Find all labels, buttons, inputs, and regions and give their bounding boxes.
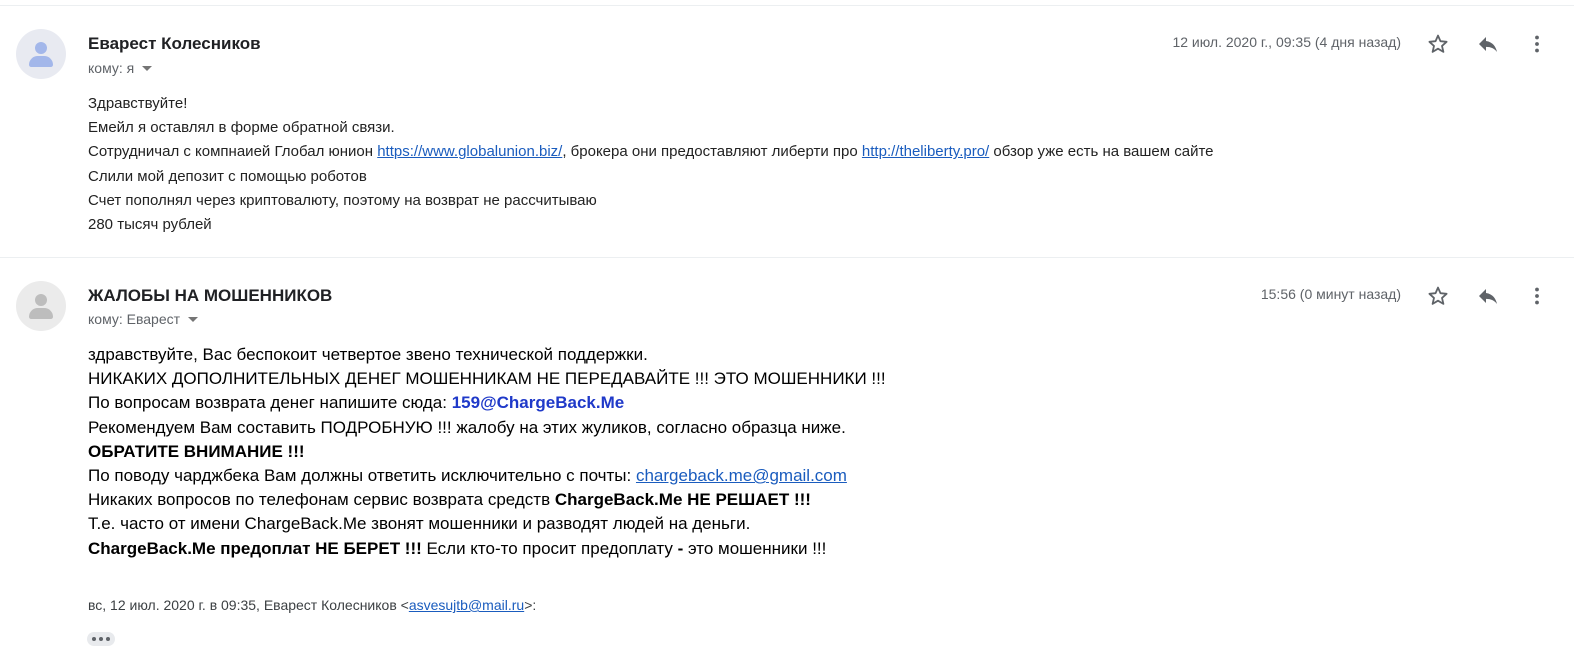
body-line: Сотрудничал с компнаией Глобал юнион htt… <box>88 143 1214 161</box>
reply-icon <box>1479 37 1497 52</box>
body-line: Никаких вопросов по телефонам сервис воз… <box>88 490 811 510</box>
quoted-sender-email-link[interactable]: asvesujtb@mail.ru <box>409 597 524 613</box>
body-line: Слили мой депозит с помощью роботов <box>88 167 367 185</box>
sender-avatar[interactable] <box>16 281 66 331</box>
chevron-down-icon <box>142 65 153 71</box>
message-body: Здравствуйте! Емейл я оставлял в форме о… <box>88 92 1214 237</box>
body-line: Емейл я оставлял в форме обратной связи. <box>88 119 395 137</box>
star-icon <box>1428 34 1448 53</box>
body-line: По поводу чарджбека Вам должны ответить … <box>88 466 847 486</box>
theliberty-link[interactable]: http://theliberty.pro/ <box>862 143 989 160</box>
ellipsis-icon <box>92 637 96 641</box>
recipient-label: кому: Еварест <box>88 311 181 327</box>
message-body: здравствуйте, Вас беспокоит четвертое зв… <box>88 343 886 561</box>
body-line: Счет пополнял через криптовалюту, поэтом… <box>88 191 597 209</box>
sender-name[interactable]: ЖАЛОБЫ НА МОШЕННИКОВ <box>88 286 332 306</box>
body-line: Рекомендуем Вам составить ПОДРОБНУЮ !!! … <box>88 417 846 437</box>
show-trimmed-content-button[interactable] <box>87 632 115 646</box>
star-button[interactable] <box>1423 281 1453 311</box>
chargeback-email-link[interactable]: 159@ChargeBack.Me <box>452 393 625 412</box>
more-vert-icon <box>1535 287 1539 305</box>
chevron-down-icon <box>188 316 199 322</box>
body-line: Т.е. часто от имени ChargeBack.Me звонят… <box>88 514 751 534</box>
body-line: 280 тысяч рублей <box>88 216 212 234</box>
globalunion-link[interactable]: https://www.globalunion.biz/ <box>377 143 562 160</box>
more-options-button[interactable] <box>1522 281 1552 311</box>
person-icon <box>35 42 47 54</box>
recipient-details[interactable]: кому: я <box>88 60 153 76</box>
body-line: ОБРАТИТЕ ВНИМАНИЕ !!! <box>88 441 305 461</box>
sender-avatar[interactable] <box>16 29 66 79</box>
recipient-details[interactable]: кому: Еварест <box>88 311 199 327</box>
reply-button[interactable] <box>1473 29 1503 59</box>
body-line: ChargeBack.Me предоплат НЕ БЕРЕТ !!! Есл… <box>88 538 827 558</box>
person-icon <box>35 294 47 306</box>
gmail-email-link[interactable]: chargeback.me@gmail.com <box>636 466 847 485</box>
sender-name[interactable]: Еварест Колесников <box>88 34 261 54</box>
reply-icon <box>1479 289 1497 304</box>
star-button[interactable] <box>1423 29 1453 59</box>
body-line: По вопросам возврата денег напишите сюда… <box>88 393 625 413</box>
more-vert-icon <box>1535 35 1539 53</box>
message-divider <box>0 257 1574 258</box>
reply-button[interactable] <box>1473 281 1503 311</box>
quoted-message-header: вс, 12 июл. 2020 г. в 09:35, Еварест Кол… <box>88 597 537 613</box>
message-date: 15:56 (0 минут назад) <box>1260 286 1401 302</box>
body-line: здравствуйте, Вас беспокоит четвертое зв… <box>88 345 648 364</box>
star-icon <box>1428 286 1448 305</box>
message-date: 12 июл. 2020 г., 09:35 (4 дня назад) <box>1172 34 1401 50</box>
recipient-label: кому: я <box>88 60 135 76</box>
body-line: НИКАКИХ ДОПОЛНИТЕЛЬНЫХ ДЕНЕГ МОШЕННИКАМ … <box>88 369 886 389</box>
body-line: Здравствуйте! <box>88 95 188 112</box>
top-divider <box>0 5 1574 6</box>
more-options-button[interactable] <box>1522 29 1552 59</box>
